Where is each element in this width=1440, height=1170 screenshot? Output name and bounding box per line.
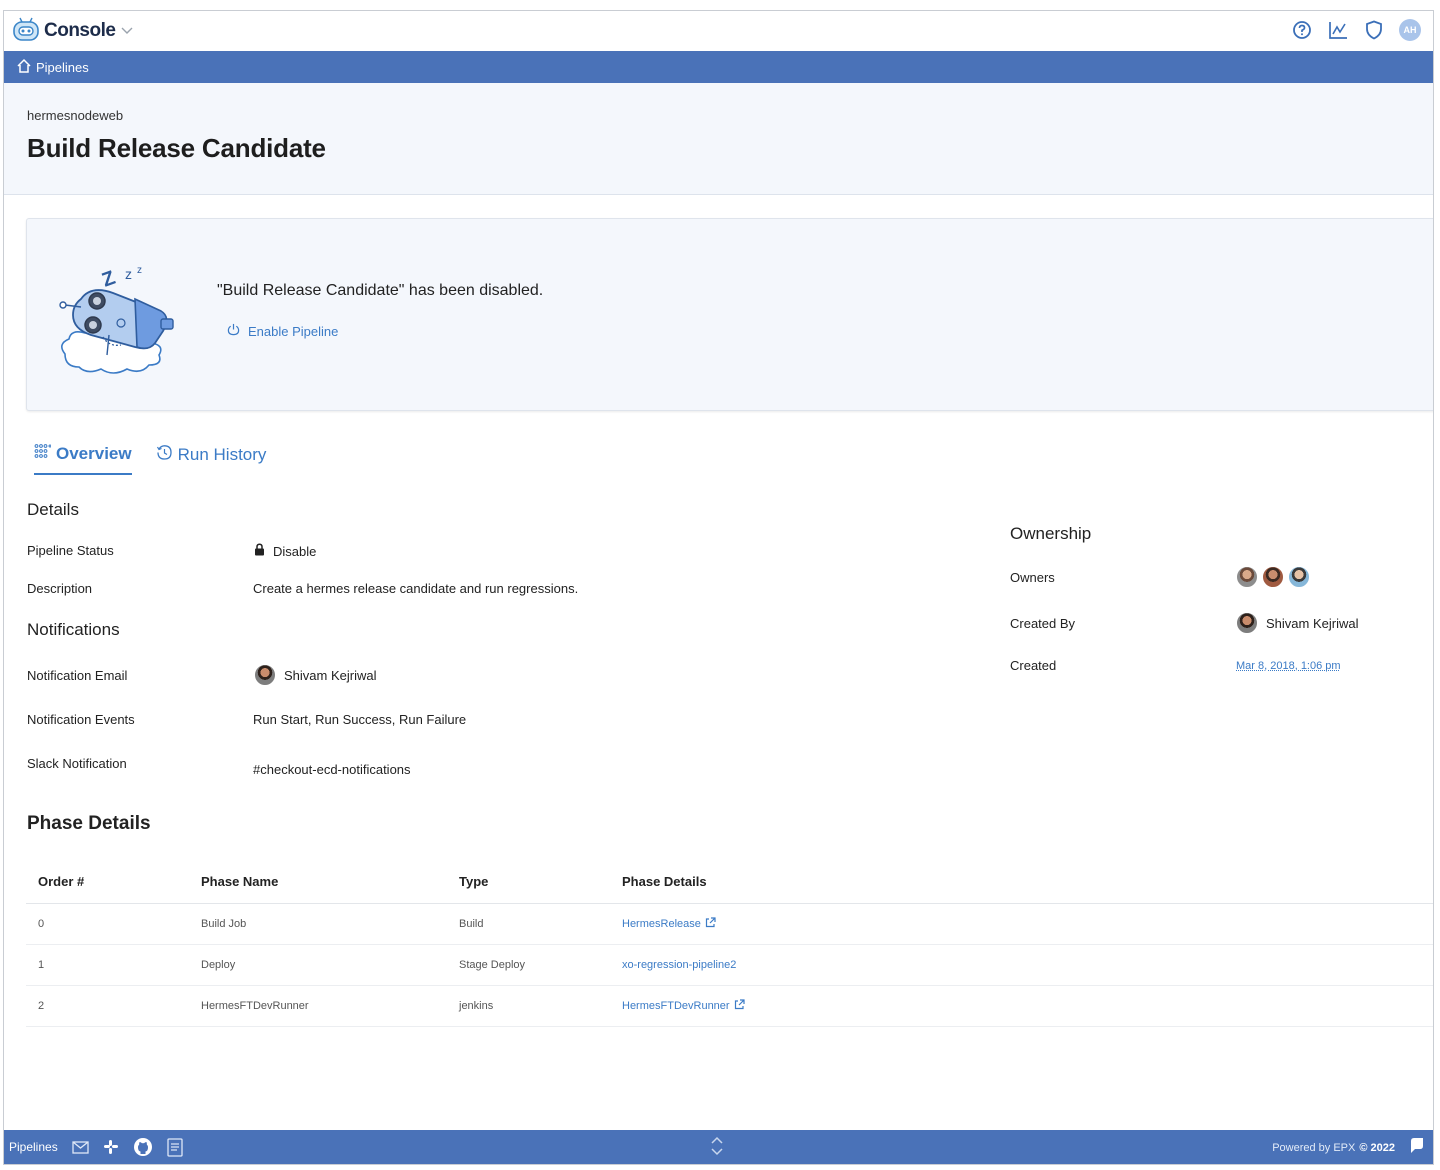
enable-pipeline-button[interactable]: Enable Pipeline xyxy=(227,323,338,339)
phase-details-text: HermesRelease xyxy=(622,917,701,930)
sleep-z-large: Z xyxy=(99,267,118,292)
details-heading: Details xyxy=(27,500,79,519)
nav-pipelines-link[interactable]: Pipelines xyxy=(16,58,89,77)
external-link-icon xyxy=(705,916,716,931)
description-label: Description xyxy=(27,581,93,596)
slack-icon[interactable] xyxy=(103,1139,119,1155)
phase-details-heading: Phase Details xyxy=(27,813,151,834)
pipeline-status-text: Disable xyxy=(273,543,317,559)
column-header-phase-details: Phase Details xyxy=(610,861,1433,904)
notification-email-label: Notification Email xyxy=(27,668,128,683)
column-header-type: Type xyxy=(447,861,610,904)
created-date: Mar 8, 2018, 1:06 pm xyxy=(1236,660,1341,672)
created-by-value: Shivam Kejriwal xyxy=(1236,612,1358,634)
top-bar: Console AH xyxy=(4,11,1433,51)
phase-type: Stage Deploy xyxy=(447,944,610,986)
phase-type: Build xyxy=(447,903,610,945)
tab-overview-label: Overview xyxy=(56,444,132,463)
sleeping-robot-illustration: Z z z xyxy=(51,259,191,384)
ownership-heading: Ownership xyxy=(1010,524,1092,543)
app-window: Console AH Pipelines hermesnodeweb Build… xyxy=(3,10,1434,1165)
github-icon[interactable] xyxy=(133,1137,153,1157)
tab-bar: Overview Run History xyxy=(34,443,266,475)
enable-pipeline-label: Enable Pipeline xyxy=(248,323,339,339)
nav-pipelines-label: Pipelines xyxy=(36,59,89,75)
sleep-z-medium: z xyxy=(125,266,132,282)
phase-order: 0 xyxy=(26,903,189,945)
phase-type: jenkins xyxy=(447,985,610,1027)
user-avatar[interactable]: AH xyxy=(1399,19,1421,41)
slack-notification-label: Slack Notification xyxy=(27,756,127,771)
phase-details-table: Order # Phase Name Type Phase Details 0 … xyxy=(26,861,1433,1027)
notification-email-value: Shivam Kejriwal xyxy=(254,664,376,686)
chevron-down-icon xyxy=(121,22,133,40)
avatar xyxy=(1236,612,1258,634)
footer-pipelines-label[interactable]: Pipelines xyxy=(9,1140,58,1154)
copyright-text: © 2022 xyxy=(1359,1141,1395,1154)
page-title: Build Release Candidate xyxy=(27,133,326,163)
owners-label: Owners xyxy=(1010,570,1055,585)
phase-details-text: xo-regression-pipeline2 xyxy=(622,958,737,971)
help-icon[interactable] xyxy=(1291,19,1313,41)
owner-avatar[interactable] xyxy=(1262,566,1284,588)
created-by-name: Shivam Kejriwal xyxy=(1266,615,1359,631)
description-value: Create a hermes release candidate and ru… xyxy=(253,581,579,596)
notifications-heading: Notifications xyxy=(27,620,120,639)
created-date-link[interactable]: Mar 8, 2018, 1:06 pm xyxy=(1236,660,1341,672)
power-icon xyxy=(227,323,240,339)
table-row: 2 HermesFTDevRunner jenkins HermesFTDevR… xyxy=(26,985,1433,1027)
created-by-label: Created By xyxy=(1010,616,1076,631)
grid-icon xyxy=(34,443,52,465)
lock-icon xyxy=(254,543,265,559)
chart-icon[interactable] xyxy=(1327,19,1349,41)
shield-icon[interactable] xyxy=(1363,19,1385,41)
external-link-icon xyxy=(734,998,745,1013)
phase-name: Build Job xyxy=(189,903,447,945)
phase-details-link[interactable]: xo-regression-pipeline2 xyxy=(610,944,1433,986)
page-header: hermesnodeweb Build Release Candidate xyxy=(4,83,1433,195)
tab-overview[interactable]: Overview xyxy=(34,443,132,475)
history-icon xyxy=(156,444,173,466)
phase-details-link[interactable]: HermesFTDevRunner xyxy=(610,985,1433,1027)
powered-by-text: Powered by EPX xyxy=(1272,1141,1356,1154)
mail-icon[interactable] xyxy=(72,1140,89,1154)
table-header-row: Order # Phase Name Type Phase Details xyxy=(26,861,1433,904)
phase-details-text: HermesFTDevRunner xyxy=(622,999,730,1012)
owner-avatar[interactable] xyxy=(1236,566,1258,588)
phase-name: HermesFTDevRunner xyxy=(189,985,447,1027)
disabled-banner: Z z z "Build Release Candidate" has been… xyxy=(26,218,1433,411)
console-logo-icon xyxy=(12,16,40,47)
table-row: 0 Build Job Build HermesRelease xyxy=(26,903,1433,945)
disabled-message: "Build Release Candidate" has been disab… xyxy=(217,282,544,299)
notification-events-label: Notification Events xyxy=(27,712,135,727)
document-icon[interactable] xyxy=(167,1137,183,1157)
app-title: Console xyxy=(44,20,116,41)
notification-email-name: Shivam Kejriwal xyxy=(284,667,377,683)
phase-details-link[interactable]: HermesRelease xyxy=(610,903,1433,945)
slack-notification-value: #checkout-ecd-notifications xyxy=(253,762,411,777)
nav-bar: Pipelines xyxy=(4,51,1433,83)
expand-collapse-icon[interactable] xyxy=(710,1136,724,1161)
column-header-order: Order # xyxy=(26,861,189,904)
footer-bar: Pipelines Powered by EPX © 2022 xyxy=(4,1130,1433,1164)
notification-events-value: Run Start, Run Success, Run Failure xyxy=(253,712,467,727)
pipeline-status-value: Disable xyxy=(254,543,316,559)
project-name: hermesnodeweb xyxy=(27,108,124,123)
column-header-phase-name: Phase Name xyxy=(189,861,447,904)
tab-run-history-label: Run History xyxy=(177,445,267,464)
avatar xyxy=(254,664,276,686)
owner-avatar[interactable] xyxy=(1288,566,1310,588)
phase-name: Deploy xyxy=(189,944,447,986)
tab-run-history[interactable]: Run History xyxy=(156,443,267,475)
table-row: 1 Deploy Stage Deploy xo-regression-pipe… xyxy=(26,944,1433,986)
created-label: Created xyxy=(1010,658,1057,673)
sleep-z-small: z xyxy=(137,265,142,276)
home-icon xyxy=(16,58,32,77)
phase-order: 2 xyxy=(26,985,189,1027)
phase-order: 1 xyxy=(26,944,189,986)
console-switcher[interactable]: Console xyxy=(12,16,133,47)
pipeline-status-label: Pipeline Status xyxy=(27,543,114,558)
owners-avatars xyxy=(1236,566,1310,588)
epx-logo-icon xyxy=(1409,1137,1425,1158)
